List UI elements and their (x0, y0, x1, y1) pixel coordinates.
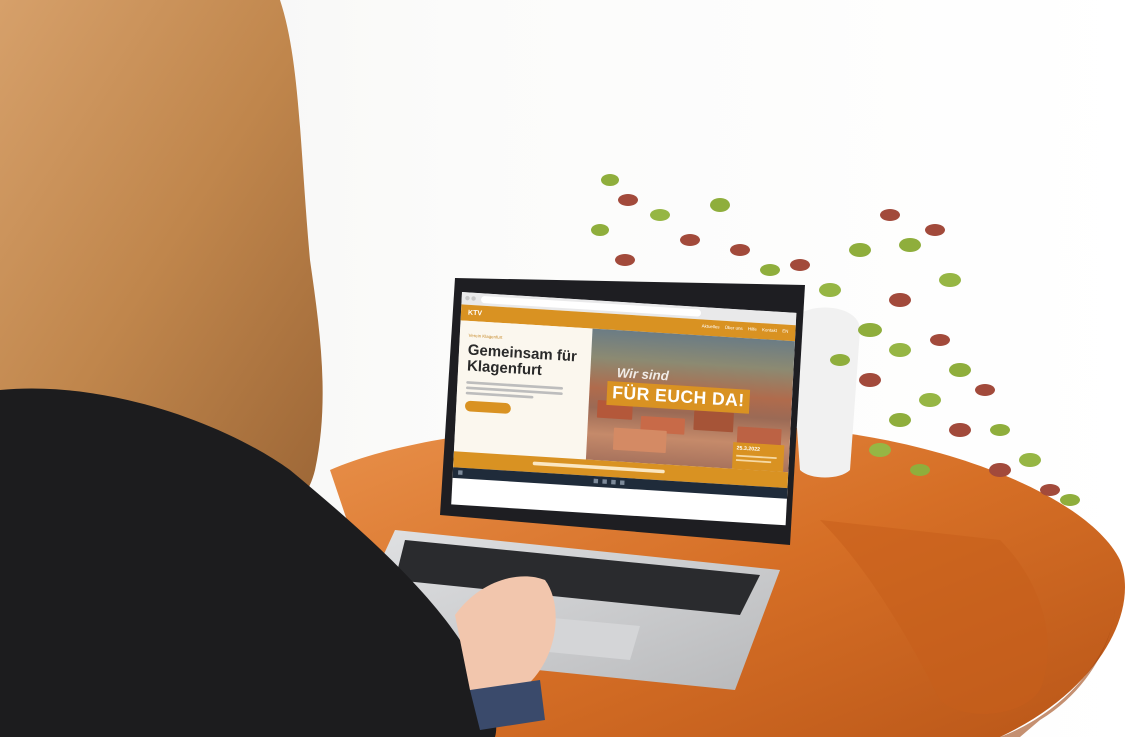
nav-link-en[interactable]: EN (782, 329, 788, 335)
hero-cta-button[interactable] (464, 400, 512, 414)
taskbar-app-icon[interactable] (602, 479, 607, 484)
date-badge-text: 25.3.2022 (736, 445, 761, 453)
hero-headline: Gemeinsam für Klagenfurt (466, 341, 578, 379)
hero-eyebrow: Verein Klagenfurt (468, 333, 503, 341)
nav-link-aktuelles[interactable]: Aktuelles (702, 324, 720, 330)
nav-link-hilfe[interactable]: Hilfe (748, 327, 757, 333)
browser-dot-icon (471, 296, 476, 301)
photo-scene: KTV Aktuelles Über uns Hilfe Kontakt EN … (0, 0, 1141, 737)
start-icon[interactable] (458, 470, 463, 475)
site-logo[interactable]: KTV (468, 308, 482, 317)
taskbar-app-icon[interactable] (619, 480, 625, 486)
taskbar-app-icon[interactable] (593, 478, 599, 484)
browser-dot-icon (465, 295, 470, 301)
site-nav: Aktuelles Über uns Hilfe Kontakt EN (702, 324, 789, 335)
date-badge[interactable]: 25.3.2022 (731, 442, 785, 473)
laptop-screen: KTV Aktuelles Über uns Hilfe Kontakt EN … (451, 292, 797, 526)
nav-link-kontakt[interactable]: Kontakt (762, 328, 777, 334)
hero-body-text (465, 381, 564, 403)
nav-link-ueber-uns[interactable]: Über uns (725, 325, 743, 331)
taskbar-app-icon[interactable] (611, 479, 616, 485)
city-roof (612, 427, 667, 453)
hero-image: Wir sind FÜR EUCH DA! 25.3.2022 (585, 328, 795, 473)
city-roof (693, 410, 734, 433)
